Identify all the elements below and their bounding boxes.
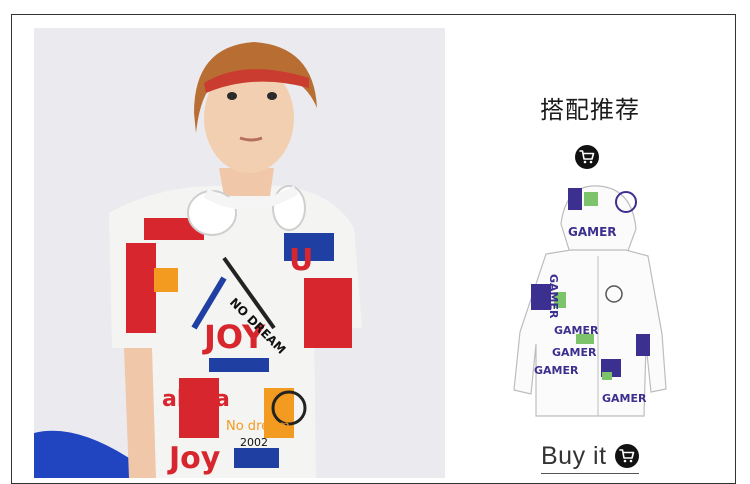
jacket-product-image[interactable]: GAMER GAMER GAMER GAMER GAMER GAMER <box>506 184 676 420</box>
jacket-print-4: GAMER <box>552 346 597 359</box>
shirt-print-joy-lower: Joy <box>167 441 221 476</box>
shopping-cart-icon <box>618 449 634 463</box>
jacket-print-5: GAMER <box>534 364 579 377</box>
cart-badge <box>575 145 599 169</box>
jacket-print-1: GAMER <box>568 225 617 239</box>
shirt-print-abala: abala <box>162 387 230 412</box>
shirt-print-u: U <box>289 243 313 278</box>
jacket-print-2: GAMER <box>547 274 560 319</box>
buy-it-link[interactable]: Buy it <box>541 440 639 474</box>
jacket-print-3: GAMER <box>554 324 599 337</box>
recommendation-title: 搭配推荐 <box>540 96 640 124</box>
jacket-print-6: GAMER <box>602 392 647 405</box>
shirt-print-2002: 2002 <box>240 436 268 449</box>
shopping-cart-icon <box>579 150 595 164</box>
shirt-print-no-dream-small: No dream <box>226 419 290 434</box>
cart-button[interactable] <box>614 444 639 468</box>
buy-it-label: Buy it <box>541 441 607 470</box>
model-photo: JOY NO DREAM No dream abala 2002 U Joy <box>34 28 445 478</box>
